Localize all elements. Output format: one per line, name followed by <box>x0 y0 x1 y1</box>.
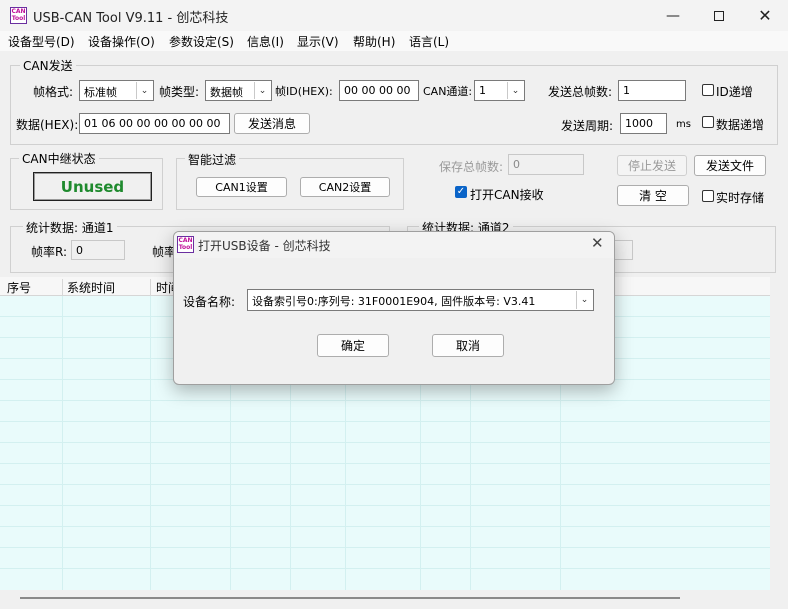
send-period-input[interactable]: 1000 <box>620 113 667 134</box>
smart-filter-title: 智能过滤 <box>185 151 240 168</box>
window-title: USB-CAN Tool V9.11 - 创芯科技 <box>33 11 229 26</box>
menu-device-operation[interactable]: 设备操作(O) <box>88 33 155 50</box>
frame-rate-label: 帧率R: <box>31 245 68 259</box>
app-icon: CAN Tool <box>10 7 27 24</box>
chevron-down-icon: ⌄ <box>254 82 270 99</box>
close-icon[interactable]: ✕ <box>742 0 788 31</box>
period-unit-label: ms <box>676 119 691 130</box>
column-header-system-time[interactable]: 系统时间 <box>67 279 115 296</box>
column-divider <box>150 279 151 295</box>
grid-row-line <box>0 526 770 527</box>
frame-type-value: 数据帧 <box>210 86 243 99</box>
frame-id-label: 帧ID(HEX): <box>275 85 333 98</box>
device-name-value: 设备索引号0:序列号: 31F0001E904, 固件版本号: V3.41 <box>252 295 536 308</box>
total-frames-input[interactable]: 1 <box>618 80 686 101</box>
grid-column-line <box>150 296 151 590</box>
saved-frames-label: 保存总帧数: <box>439 160 504 174</box>
id-increment-label: ID递增 <box>716 85 753 99</box>
can-channel-value: 1 <box>479 84 486 97</box>
chevron-down-icon: ⌄ <box>136 82 152 99</box>
data-increment-checkbox[interactable] <box>702 116 714 128</box>
send-file-button[interactable]: 发送文件 <box>694 155 766 176</box>
can-relay-title: CAN中继状态 <box>19 150 99 167</box>
saved-frames-input: 0 <box>508 154 584 175</box>
open-usb-device-dialog: CAN Tool 打开USB设备 - 创芯科技 ✕ 设备名称: 设备索引号0:序… <box>173 231 615 385</box>
grid-row-line <box>0 463 770 464</box>
frame-format-select[interactable]: 标准帧 ⌄ <box>79 80 154 101</box>
data-increment-label: 数据递增 <box>716 118 765 132</box>
realtime-save-label: 实时存储 <box>716 191 765 205</box>
frame-format-label: 帧格式: <box>33 85 74 99</box>
open-can-receive-checkbox[interactable]: ✓ <box>455 186 467 198</box>
data-hex-label: 数据(HEX): <box>16 118 79 132</box>
menu-info[interactable]: 信息(I) <box>247 33 284 50</box>
menu-parameter-settings[interactable]: 参数设定(S) <box>169 33 234 50</box>
chevron-down-icon: ⌄ <box>576 291 592 309</box>
ok-button[interactable]: 确定 <box>317 334 389 357</box>
grid-row-line <box>0 400 770 401</box>
frame-id-input[interactable]: 00 00 00 00 <box>339 80 419 101</box>
dialog-app-icon: CAN Tool <box>177 236 194 253</box>
data-hex-input[interactable]: 01 06 00 00 00 00 00 00 <box>79 113 230 134</box>
dialog-title: 打开USB设备 - 创芯科技 <box>198 239 331 253</box>
total-frames-label: 发送总帧数: <box>548 85 613 99</box>
send-message-button[interactable]: 发送消息 <box>234 113 310 134</box>
can-channel-label: CAN通道: <box>423 85 473 98</box>
grid-column-line <box>62 296 63 590</box>
frame-rate-input: 0 <box>71 240 125 260</box>
grid-row-line <box>0 442 770 443</box>
horizontal-scrollbar-thumb[interactable] <box>20 597 680 599</box>
clear-button[interactable]: 清 空 <box>617 185 689 206</box>
dialog-close-icon[interactable]: ✕ <box>591 234 604 252</box>
can1-settings-button[interactable]: CAN1设置 <box>196 177 287 197</box>
maximize-icon[interactable] <box>696 0 742 31</box>
grid-row-line <box>0 484 770 485</box>
grid-row-line <box>0 421 770 422</box>
frame-type-select[interactable]: 数据帧 ⌄ <box>205 80 272 101</box>
horizontal-scrollbar[interactable] <box>0 590 788 609</box>
relay-status-indicator: Unused <box>33 172 152 201</box>
device-name-label: 设备名称: <box>183 295 236 309</box>
realtime-save-checkbox[interactable] <box>702 190 714 202</box>
menu-help[interactable]: 帮助(H) <box>353 33 395 50</box>
can2-settings-button[interactable]: CAN2设置 <box>300 177 390 197</box>
stats-channel1-title: 统计数据: 通道1 <box>23 219 117 236</box>
open-can-receive-label: 打开CAN接收 <box>470 188 544 202</box>
can-channel-select[interactable]: 1 ⌄ <box>474 80 525 101</box>
menu-device-model[interactable]: 设备型号(D) <box>8 33 75 50</box>
can-send-title: CAN发送 <box>20 57 76 74</box>
grid-row-line <box>0 547 770 548</box>
device-name-select[interactable]: 设备索引号0:序列号: 31F0001E904, 固件版本号: V3.41 ⌄ <box>247 289 594 311</box>
column-header-index[interactable]: 序号 <box>7 279 31 296</box>
grid-row-line <box>0 505 770 506</box>
id-increment-checkbox[interactable] <box>702 84 714 96</box>
stop-send-button[interactable]: 停止发送 <box>617 155 687 176</box>
cancel-button[interactable]: 取消 <box>432 334 504 357</box>
menu-language[interactable]: 语言(L) <box>409 33 449 50</box>
vertical-scrollbar[interactable] <box>770 277 788 590</box>
menu-display[interactable]: 显示(V) <box>297 33 339 50</box>
grid-row-line <box>0 568 770 569</box>
chevron-down-icon: ⌄ <box>507 82 523 99</box>
column-divider <box>62 279 63 295</box>
send-period-label: 发送周期: <box>561 119 614 133</box>
frame-type-label: 帧类型: <box>159 85 200 99</box>
minimize-icon[interactable]: — <box>650 0 696 31</box>
frame-format-value: 标准帧 <box>84 86 117 99</box>
